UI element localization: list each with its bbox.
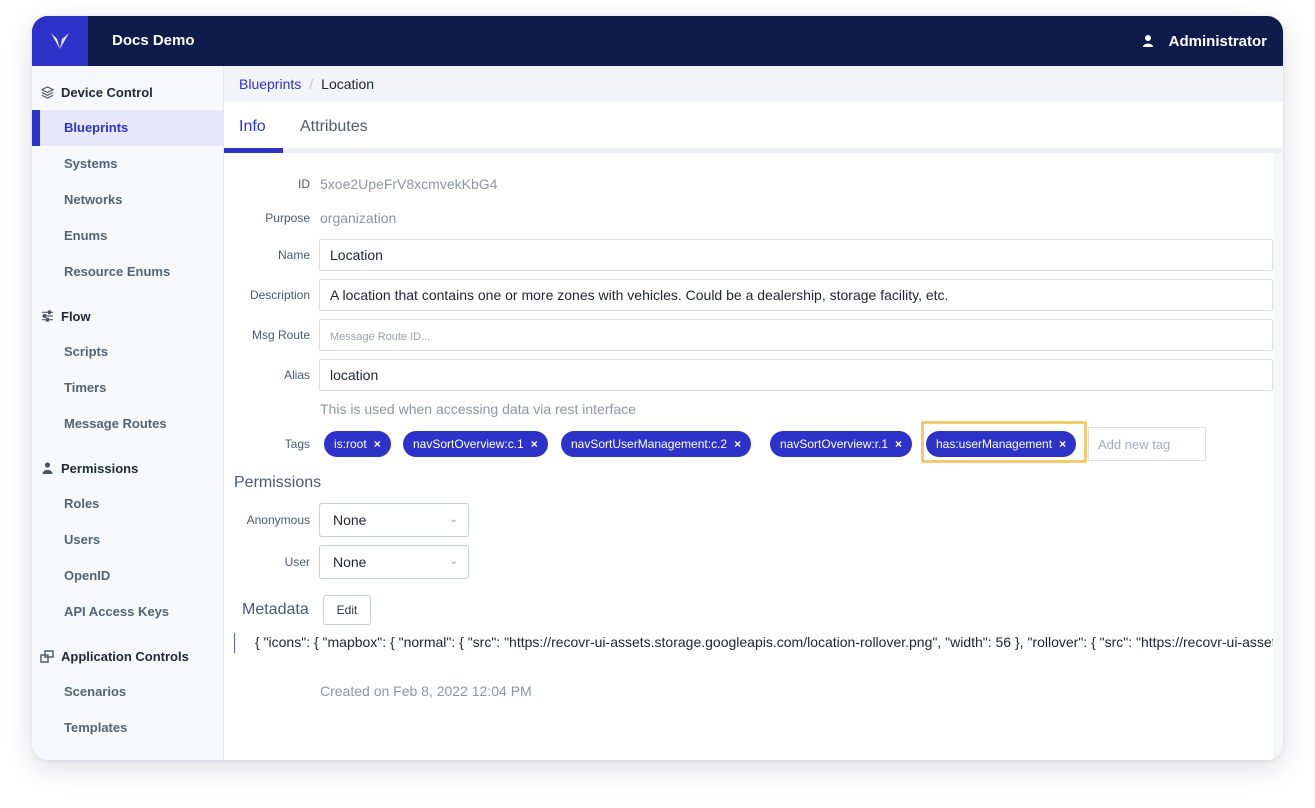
sidebar-section-label: Device Control [61,84,153,100]
tag-chip[interactable]: navSortUserManagement:c.2 × [561,431,752,457]
purpose-label: Purpose [265,211,310,225]
sidebar-item-message-routes[interactable]: Message Routes [32,406,224,442]
sidebar-section-label: Application Controls [61,648,189,664]
chevron-down-icon: ⌄ [449,514,458,525]
sidebar-item-templates[interactable]: Templates [32,710,224,746]
windows-icon [40,649,54,663]
tag-text: navSortOverview:r.1 [780,437,889,451]
purpose-value: organization [320,210,397,226]
tag-remove-icon[interactable]: × [531,437,538,451]
sidebar-item-roles[interactable]: Roles [32,486,224,522]
tab-info[interactable]: Info [239,102,266,153]
tag-chip[interactable]: navSortOverview:c.1 × [403,431,548,457]
sidebar-item-api-access-keys[interactable]: API Access Keys [32,594,224,630]
metadata-title: Metadata [242,601,309,618]
alias-hint: This is used when accessing data via res… [320,401,636,417]
breadcrumb-current: Location [321,76,375,92]
description-label: Description [249,288,310,302]
created-timestamp: Created on Feb 8, 2022 12:04 PM [320,683,532,699]
tag-chip[interactable]: is:root × [324,431,391,457]
tag-chip-focused[interactable]: has:userManagement × [926,431,1077,457]
sidebar-item-openid[interactable]: OpenID [32,558,224,594]
user-icon [1141,34,1155,48]
tag-text: navSortUserManagement:c.2 [571,437,728,451]
breadcrumb-blueprints-link[interactable]: Blueprints [239,76,301,92]
sidebar-item-enums[interactable]: Enums [32,218,224,254]
layers-icon [40,85,54,99]
name-input[interactable] [319,239,1273,271]
breadcrumb-separator: / [309,76,314,92]
name-label: Name [277,248,310,262]
sidebar-section-permissions: Permissions [32,450,224,486]
tag-remove-icon[interactable]: × [895,437,902,451]
metadata-json: { "icons": { "mapbox": { "normal": { "sr… [255,634,1283,650]
tag-chip[interactable]: navSortOverview:r.1 × [770,431,913,457]
tag-text: is:root [334,437,367,451]
user-permission-label: User [284,555,310,569]
tag-text: navSortOverview:c.1 [413,437,524,451]
main-content: Blueprints / Location Info Attributes ID… [224,66,1283,760]
alias-label: Alias [283,368,310,382]
sidebar-item-systems[interactable]: Systems [32,146,224,182]
metadata-edit-button[interactable]: Edit [323,595,371,625]
tab-bar: Info Attributes [224,102,1283,153]
user-menu[interactable]: Administrator [1141,16,1267,66]
tag-text: has:userManagement [936,437,1053,451]
chevron-down-icon: ⌄ [449,556,458,567]
app-window: Docs Demo Administrator Device Control B… [32,16,1283,760]
sliders-icon [40,309,54,323]
id-label: ID [298,177,310,191]
active-tab-indicator [224,148,283,153]
user-icon [40,461,54,475]
logo[interactable] [32,16,88,66]
user-name: Administrator [1168,32,1267,50]
sidebar-item-users[interactable]: Users [32,522,224,558]
msg-route-input[interactable] [319,319,1273,351]
tag-remove-icon[interactable]: × [374,437,381,451]
sidebar: Device Control Blueprints Systems Networ… [32,66,224,760]
msg-route-label: Msg Route [251,328,310,342]
sidebar-section-label: Permissions [61,460,139,476]
sidebar-item-scripts[interactable]: Scripts [32,334,224,370]
app-title: Docs Demo [112,32,195,49]
sidebar-section-device-control: Device Control [32,74,224,110]
sidebar-item-timers[interactable]: Timers [32,370,224,406]
sidebar-item-resource-enums[interactable]: Resource Enums [32,254,224,290]
top-bar: Docs Demo Administrator [32,16,1283,66]
anonymous-permission-value: None [333,512,367,528]
sidebar-section-flow: Flow [32,298,224,334]
anonymous-permission-select[interactable]: None ⌄ [319,503,469,537]
description-input[interactable] [319,279,1273,311]
tab-attributes[interactable]: Attributes [300,102,368,153]
sidebar-item-networks[interactable]: Networks [32,182,224,218]
tags-label: Tags [284,437,310,451]
add-tag-input[interactable] [1088,427,1206,461]
sidebar-item-blueprints[interactable]: Blueprints [32,110,224,146]
scrollbar-track[interactable] [1273,153,1283,760]
tag-remove-icon[interactable]: × [1059,437,1066,451]
anonymous-label: Anonymous [246,513,310,527]
user-permission-value: None [333,554,367,570]
user-permission-select[interactable]: None ⌄ [319,545,469,579]
metadata-left-border [234,633,235,653]
sidebar-section-label: Flow [61,308,91,324]
breadcrumb: Blueprints / Location [224,66,1283,102]
tag-remove-icon[interactable]: × [734,437,741,451]
logo-icon [51,33,69,49]
alias-input[interactable] [319,359,1273,391]
sidebar-item-scenarios[interactable]: Scenarios [32,674,224,710]
sidebar-section-application-controls: Application Controls [32,638,224,674]
permissions-title: Permissions [234,474,322,491]
id-value: 5xoe2UpeFrV8xcmvekKbG4 [320,176,498,192]
